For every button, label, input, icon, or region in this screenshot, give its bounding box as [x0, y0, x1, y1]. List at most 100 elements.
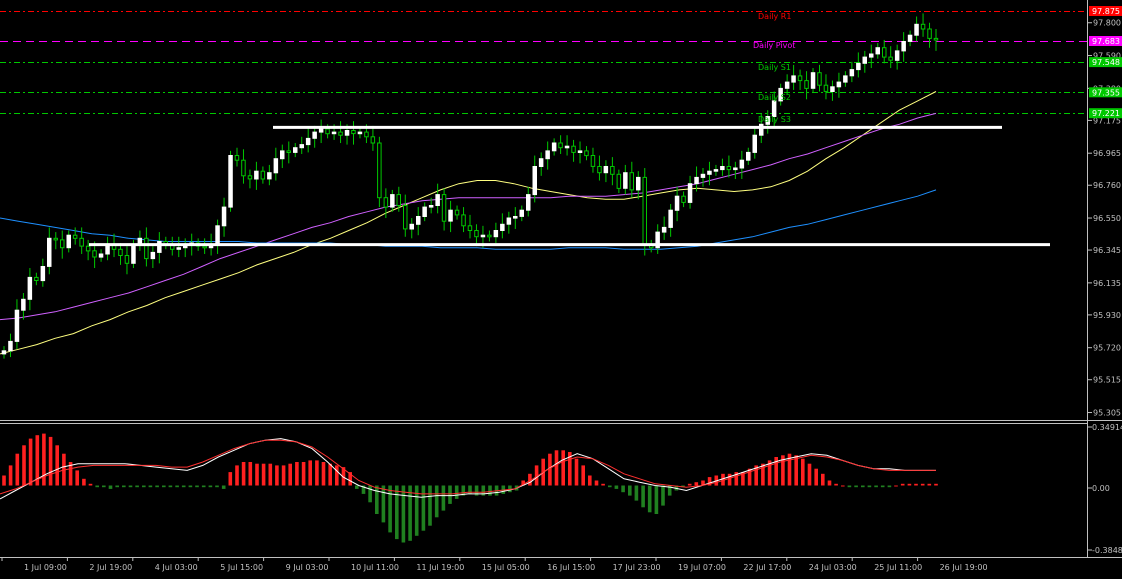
time-label: 16 Jul 15:00	[547, 563, 595, 572]
macd-bar-positive	[228, 472, 233, 486]
candle-body	[66, 234, 71, 249]
macd-bar-positive	[561, 450, 565, 486]
candle-body	[293, 147, 298, 153]
macd-bar-positive	[934, 483, 938, 486]
macd-bar-positive	[907, 483, 912, 486]
candle-body	[882, 47, 887, 58]
macd-bar-positive	[235, 465, 239, 486]
candle-body	[726, 166, 732, 171]
candle-body	[118, 248, 123, 257]
candle-body	[636, 176, 641, 191]
candle-body	[144, 237, 149, 260]
candle-body	[318, 128, 324, 133]
macd-bar-positive	[55, 445, 59, 486]
macd-bar-negative	[355, 485, 359, 489]
macd-bar-negative	[395, 485, 399, 540]
macd-bar-positive	[601, 483, 605, 486]
macd-bar-positive	[301, 462, 306, 486]
macd-bar-negative	[408, 485, 412, 541]
price-tag-label-s3: 97.221	[1092, 109, 1120, 118]
macd-bar-positive	[920, 483, 925, 486]
candle-body	[661, 226, 667, 233]
macd-bar-negative	[201, 485, 206, 488]
candle-body	[519, 209, 524, 217]
candle-body	[286, 150, 291, 153]
macd-bar-positive	[281, 465, 286, 486]
macd-bar-negative	[155, 485, 159, 488]
candle-body	[545, 150, 550, 160]
macd-tick-zero: 0.00	[1092, 484, 1110, 493]
time-label: 19 Jul 07:00	[678, 563, 726, 572]
macd-bar-negative	[142, 485, 146, 488]
candle-body	[370, 136, 376, 144]
candle-body	[72, 234, 78, 239]
candle-body	[629, 172, 634, 191]
candle-body	[383, 197, 389, 208]
time-label: 17 Jul 23:00	[613, 563, 661, 572]
candle-body	[493, 230, 499, 238]
candle-body	[396, 194, 401, 207]
macd-bar-positive	[295, 462, 299, 486]
candle-body	[733, 167, 738, 171]
candle-body	[590, 155, 596, 167]
candle-body	[351, 130, 356, 135]
price-tag-label-s1: 97.548	[1092, 58, 1120, 67]
candle-body	[8, 340, 13, 352]
candle-body	[474, 230, 479, 238]
candle-body	[797, 75, 803, 82]
price-tick-label: 96.760	[1093, 181, 1121, 190]
macd-bar-positive	[894, 485, 898, 487]
candle-body	[377, 142, 382, 199]
macd-bar-positive	[28, 438, 33, 486]
candle-body	[513, 216, 518, 219]
candle-body	[907, 34, 913, 42]
macd-bar-negative	[401, 485, 406, 543]
candle-body	[435, 194, 440, 207]
time-label: 24 Jul 03:00	[809, 563, 857, 572]
price-tick-label: 96.965	[1093, 149, 1121, 158]
candle-body	[836, 81, 842, 88]
macd-bar-negative	[128, 485, 133, 488]
candle-body	[47, 237, 52, 267]
macd-bar-positive	[15, 453, 20, 486]
candle-body	[241, 159, 246, 177]
macd-bar-positive	[581, 465, 585, 486]
price-tag-label-s2: 97.355	[1092, 88, 1120, 97]
price-tick-label: 95.515	[1093, 376, 1121, 385]
macd-bar-negative	[428, 485, 432, 526]
candle-body	[927, 28, 932, 39]
macd-bar-positive	[82, 478, 86, 486]
macd-tick-max: 0.34914	[1092, 423, 1122, 432]
macd-bar-positive	[8, 465, 13, 486]
macd-bar-negative	[448, 485, 452, 504]
time-label: 22 Jul 17:00	[743, 563, 791, 572]
candle-body	[856, 62, 861, 71]
time-label: 5 Jul 15:00	[220, 563, 263, 572]
trading-chart[interactable]: Daily R1 Daily Pivot Daily S1 Daily S2 D…	[0, 0, 1122, 579]
candle-body	[487, 234, 492, 238]
macd-bar-negative	[454, 485, 459, 499]
macd-bar-positive	[574, 458, 579, 486]
candle-body	[441, 194, 447, 222]
macd-bar-negative	[847, 485, 852, 488]
price-tick-label: 95.930	[1093, 311, 1121, 320]
macd-bar-positive	[255, 463, 259, 486]
macd-bar-positive	[588, 475, 592, 486]
macd-bar-negative	[95, 485, 99, 488]
candle-body	[810, 72, 816, 89]
macd-bar-negative	[661, 485, 665, 506]
candle-body	[461, 214, 466, 227]
candle-body	[254, 170, 259, 180]
macd-bar-negative	[148, 485, 153, 488]
candle-body	[280, 150, 285, 160]
macd-bar-negative	[488, 485, 492, 496]
candle-body	[830, 86, 835, 93]
macd-bar-negative	[861, 485, 865, 488]
macd-bar-negative	[375, 485, 379, 514]
macd-bar-negative	[887, 485, 892, 488]
macd-bar-positive	[328, 463, 332, 486]
candle-body	[746, 151, 751, 161]
macd-bar-positive	[2, 475, 6, 486]
candle-body	[610, 166, 615, 175]
candle-body	[234, 155, 240, 161]
